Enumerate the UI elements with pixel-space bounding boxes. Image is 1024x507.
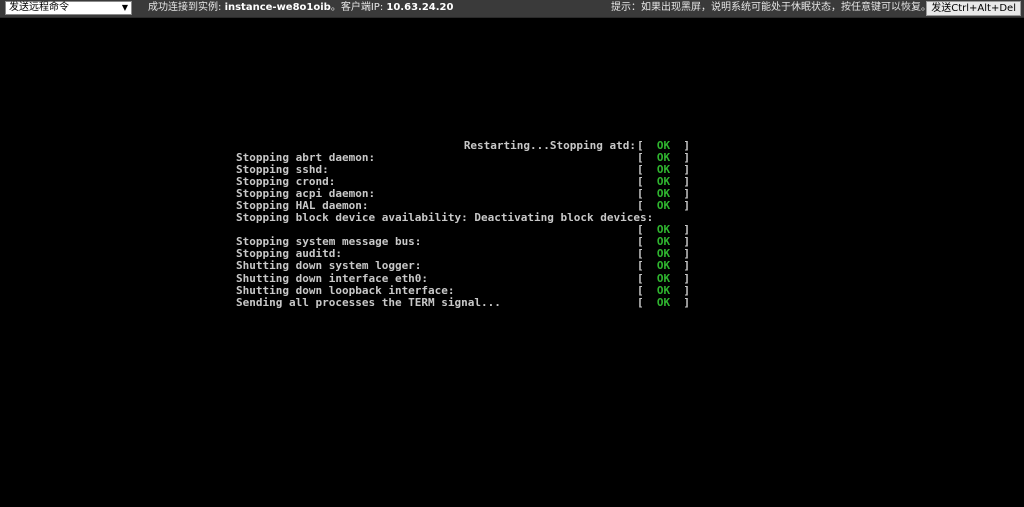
ok-label: OK: [656, 223, 671, 237]
remote-command-select[interactable]: 发送远程命令 ▼: [5, 1, 132, 15]
remote-command-select-value: 发送远程命令: [9, 2, 69, 13]
client-ip: 10.63.24.20: [386, 2, 454, 13]
terminal-line: Sending all processes the TERM signal...…: [236, 295, 696, 309]
terminal-line-text: Shutting down loopback interface:: [236, 283, 455, 297]
remote-console-page: 发送远程命令 ▼ 成功连接到实例: instance-we8o1oib。客户端I…: [0, 0, 1024, 507]
console-toolbar: 发送远程命令 ▼ 成功连接到实例: instance-we8o1oib。客户端I…: [0, 0, 1024, 18]
status-open-bracket: [: [637, 235, 644, 249]
status-close-bracket: ]: [683, 271, 690, 285]
connection-prefix: 成功连接到实例:: [148, 2, 222, 13]
status-close-bracket: ]: [683, 235, 690, 249]
ok-label: OK: [656, 247, 671, 261]
terminal-line: Shutting down interface eth0: [ OK ]: [236, 271, 696, 285]
status-close-bracket: ]: [683, 139, 690, 152]
status-close-bracket: ]: [683, 151, 690, 165]
terminal-line-text: Shutting down system logger:: [236, 259, 422, 273]
status-open-bracket: [: [637, 199, 644, 213]
status-close-bracket: ]: [683, 187, 690, 201]
status-close-bracket: ]: [683, 295, 690, 309]
status-open-bracket: [: [637, 295, 644, 309]
terminal-output: Restarting...Stopping atd:[ OK ] Stopping…: [236, 139, 696, 309]
terminal-line: Stopping block device availability: Deac…: [236, 212, 696, 224]
ok-label: OK: [656, 235, 671, 249]
status-open-bracket: [: [637, 223, 644, 237]
terminal-line-text: Shutting down interface eth0:: [236, 271, 429, 285]
ok-label: OK: [656, 163, 671, 177]
vnc-console-screen[interactable]: Restarting...Stopping atd:[ OK ] Stopping…: [0, 18, 1024, 507]
status-open-bracket: [: [637, 163, 644, 177]
status-close-bracket: ]: [683, 283, 690, 297]
status-open-bracket: [: [637, 247, 644, 261]
instance-id: instance-we8o1oib: [224, 2, 331, 13]
status-open-bracket: [: [637, 151, 644, 165]
status-open-bracket: [: [637, 187, 644, 201]
send-ctrl-alt-del-button[interactable]: 发送Ctrl+Alt+Del: [926, 1, 1021, 16]
terminal-line: Shutting down loopback interface: [ OK ]: [236, 283, 696, 297]
status-close-bracket: ]: [683, 223, 690, 237]
status-open-bracket: [: [637, 271, 644, 285]
terminal-line-text: Stopping block device availability: Deac…: [236, 211, 654, 225]
status-close-bracket: ]: [683, 259, 690, 273]
ok-label: OK: [656, 283, 671, 297]
status-close-bracket: ]: [683, 175, 690, 189]
status-open-bracket: [: [637, 259, 644, 273]
terminal-line-text: Sending all processes the TERM signal...: [236, 295, 501, 309]
status-close-bracket: ]: [683, 199, 690, 213]
black-screen-hint: 提示：如果出现黑屏，说明系统可能处于休眠状态，按任意键可以恢复。: [611, 2, 931, 13]
ok-label: OK: [656, 271, 671, 285]
ok-label: OK: [656, 187, 671, 201]
terminal-line: Shutting down system logger: [ OK ]: [236, 260, 696, 272]
status-open-bracket: [: [637, 175, 644, 189]
status-close-bracket: ]: [683, 247, 690, 261]
ok-label: OK: [656, 175, 671, 189]
ok-label: OK: [656, 199, 671, 213]
ok-label: OK: [656, 139, 671, 152]
ok-label: OK: [656, 259, 671, 273]
status-open-bracket: [: [637, 283, 644, 297]
terminal-line-text: Restarting...Stopping atd:: [463, 139, 636, 152]
status-open-bracket: [: [637, 139, 644, 152]
client-ip-label: 。客户端IP:: [330, 2, 384, 13]
ok-label: OK: [656, 151, 671, 165]
chevron-down-icon: ▼: [121, 3, 128, 12]
ok-label: OK: [656, 295, 671, 309]
ok-status: [ OK ]: [637, 295, 690, 309]
connection-info: 成功连接到实例: instance-we8o1oib。客户端IP: 10.63.…: [148, 2, 453, 14]
status-close-bracket: ]: [683, 163, 690, 177]
